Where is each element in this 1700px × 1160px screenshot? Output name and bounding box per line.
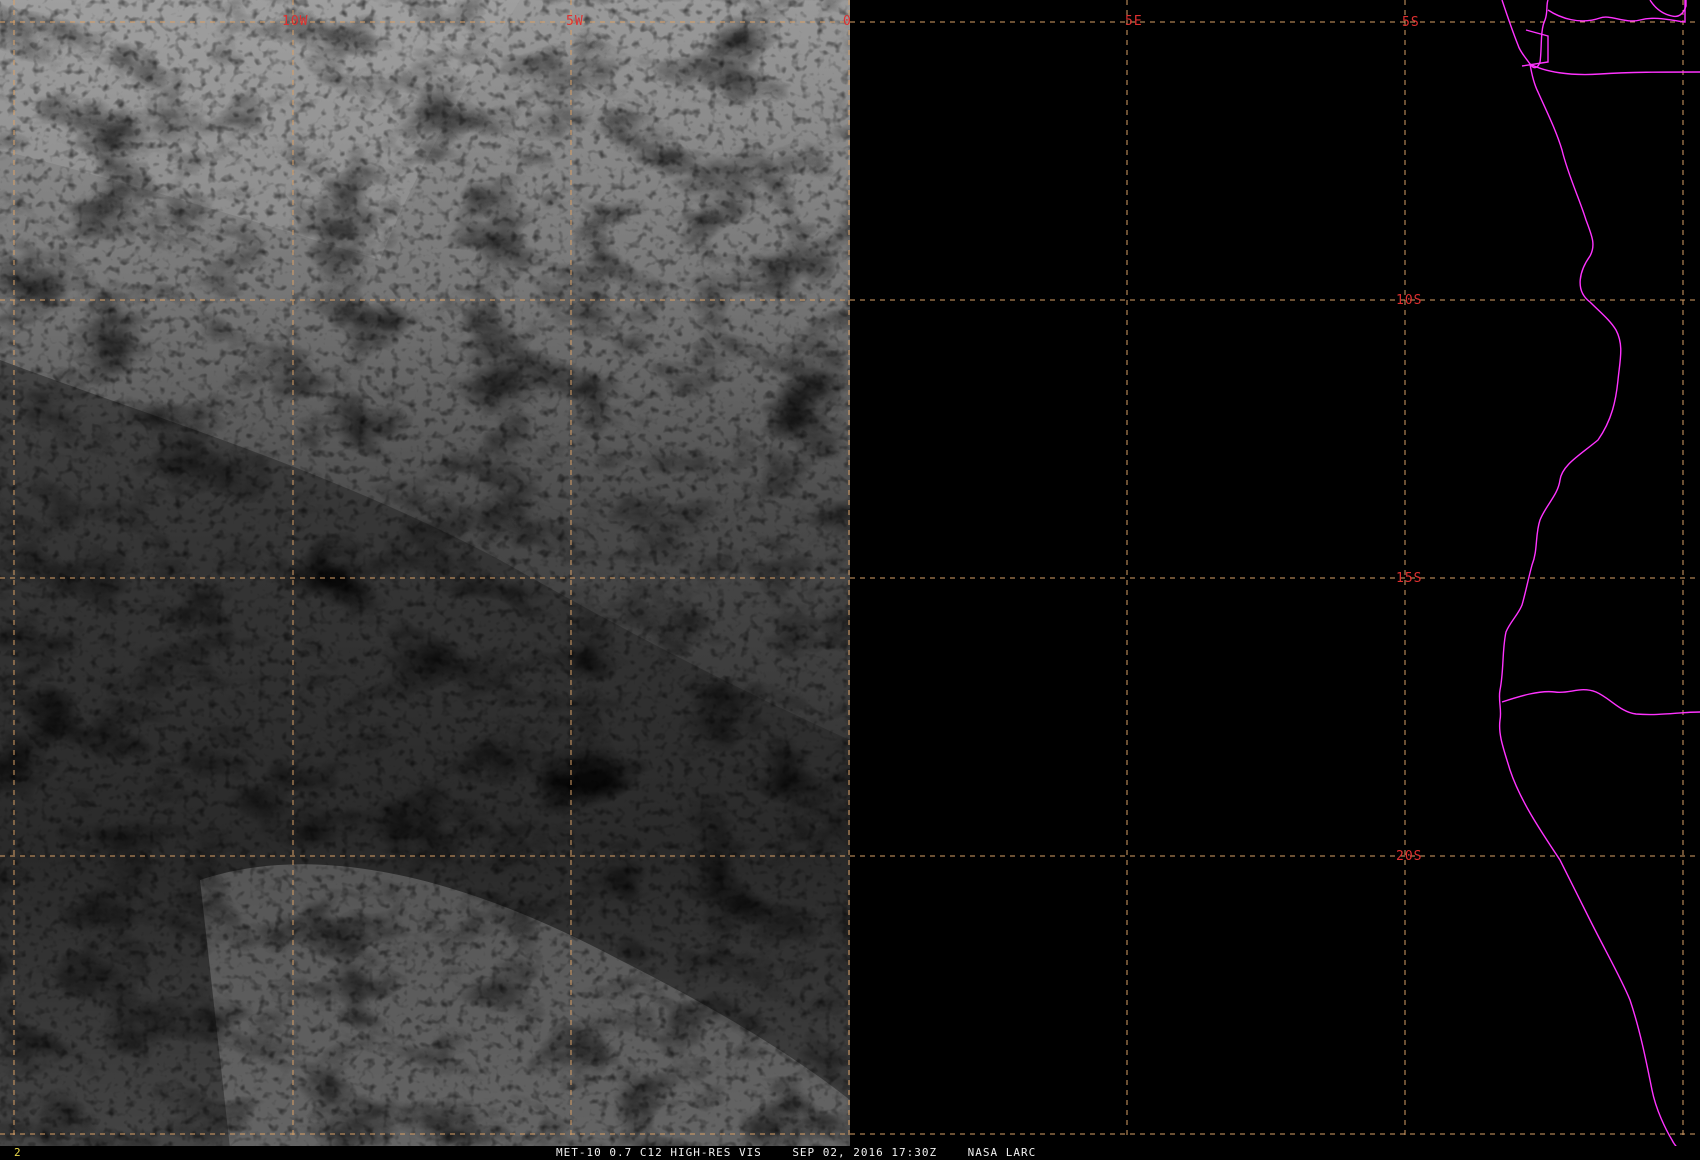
lon-label-10w: 10W (282, 14, 308, 29)
lat-label-5s: 5S (1402, 15, 1420, 30)
lon-label-0: 0 (843, 14, 852, 29)
lon-label-5e: 5E (1125, 14, 1143, 29)
lon-label-5w: 5W (566, 14, 584, 29)
product-name: MET-10 0.7 C12 HIGH-RES VIS (556, 1146, 762, 1159)
product-caption: MET-10 0.7 C12 HIGH-RES VIS SEP 02, 2016… (556, 1146, 1036, 1160)
image-datetime: SEP 02, 2016 17:30Z (792, 1146, 938, 1159)
lat-label-20s: 20S (1396, 849, 1422, 864)
lat-label-15s: 15S (1396, 571, 1422, 586)
satellite-image: 10W 5W 0 5E 5S 10S 15S 20S (0, 0, 1700, 1148)
data-source: NASA LARC (967, 1146, 1037, 1159)
lat-label-10s: 10S (1396, 293, 1422, 308)
image-footer: 2 MET-10 0.7 C12 HIGH-RES VIS SEP 02, 20… (0, 1146, 1700, 1160)
frame-number: 2 (14, 1146, 21, 1159)
cloud-imagery (0, 0, 850, 1148)
